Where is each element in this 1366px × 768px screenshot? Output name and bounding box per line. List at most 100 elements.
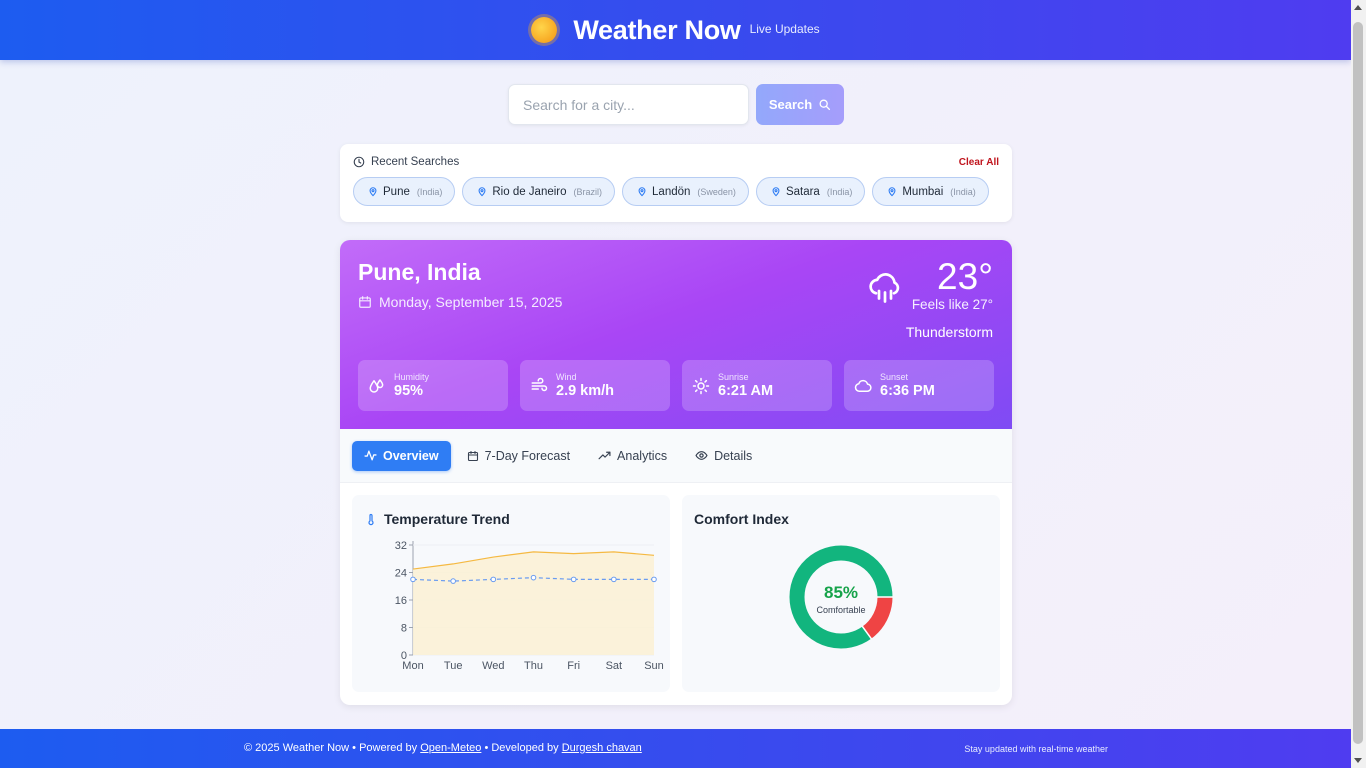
calendar-icon [467, 450, 478, 461]
clock-icon [353, 156, 365, 168]
footer-developed-by: • Developed by [481, 742, 562, 754]
recent-chip-country: (Brazil) [573, 186, 603, 197]
page-scrollbar[interactable] [1351, 0, 1366, 768]
y-tick-label: 16 [395, 595, 407, 607]
wind-icon [531, 377, 548, 391]
recent-chip-city: Rio de Janeiro [492, 185, 567, 198]
min-temp-point [651, 576, 657, 583]
max-temp-area [413, 551, 654, 655]
temperature-trend-panel: Temperature Trend 0 8 16 24 32 Mon Tue Wed Thu Fr… [352, 495, 670, 692]
recent-chip[interactable]: Pune (India) [353, 177, 456, 206]
stat-label: Humidity [394, 372, 430, 382]
scroll-down-arrow[interactable] [1354, 758, 1362, 763]
live-updates-tag: Live Updates [749, 22, 820, 36]
footer-copyright: © 2025 Weather Now • Powered by [244, 742, 421, 754]
recent-chip[interactable]: Mumbai (India) [872, 177, 989, 206]
min-temp-point [410, 576, 416, 583]
min-temp-point [530, 574, 537, 581]
search-bar: Search [508, 84, 844, 125]
sun-logo-icon [531, 17, 558, 43]
y-tick-label: 8 [401, 623, 407, 635]
min-temp-point [611, 576, 617, 583]
tab-details[interactable]: Details [683, 441, 764, 471]
tab-7-day-forecast[interactable]: 7-Day Forecast [455, 441, 582, 471]
page-footer: © 2025 Weather Now • Powered by Open-Met… [0, 729, 1351, 768]
comfort-percent: 85% [823, 583, 859, 602]
recent-chip-city: Landön [652, 185, 691, 198]
temperature-trend-chart: 08162432Mon Tue Wed Thu Fri Sat Sun [395, 540, 664, 672]
current-date: Monday, September 15, 2025 [358, 294, 562, 310]
stat-sunrise: Sunrise 6:21 AM [682, 360, 832, 411]
x-tick-label: Sun [644, 660, 664, 672]
recent-chip-country: (Sweden) [697, 186, 736, 197]
current-temperature: 23° [937, 256, 993, 297]
stat-label: Sunset [880, 372, 909, 382]
city-name: Pune, India [358, 259, 481, 285]
cloud-rain-icon [869, 273, 900, 303]
developer-link[interactable]: Durgesh chavan [562, 742, 642, 754]
recent-chip[interactable]: Rio de Janeiro (Brazil) [462, 177, 616, 206]
open-meteo-link[interactable]: Open-Meteo [420, 742, 481, 754]
tab-label: Analytics [617, 448, 668, 463]
stat-wind: Wind 2.9 km/h [520, 360, 670, 411]
min-temp-point [450, 578, 456, 584]
search-button[interactable]: Search [756, 84, 844, 125]
y-tick-label: 32 [395, 540, 407, 552]
recent-searches: Recent Searches Clear All Pune (India) R… [340, 144, 1012, 222]
recent-chip-country: (India) [416, 186, 443, 197]
map-pin-icon [478, 187, 486, 197]
current-date-text: Monday, September 15, 2025 [379, 294, 563, 310]
map-pin-icon [638, 187, 646, 197]
stat-value: 2.9 km/h [556, 383, 615, 399]
y-tick-label: 24 [395, 568, 407, 580]
weather-stats: Humidity 95% Wind 2.9 km/h Sunrise 6:21 … [358, 360, 994, 411]
scroll-up-arrow[interactable] [1354, 5, 1362, 10]
comfort-index-panel: Comfort Index 85% Comfortable [682, 495, 1000, 692]
clear-all-button[interactable]: Clear All [959, 157, 999, 168]
stat-value: 6:21 AM [718, 383, 774, 399]
x-tick-label: Thu [524, 660, 543, 672]
recent-chip-city: Pune [383, 185, 410, 198]
city-search-input[interactable] [508, 84, 749, 125]
stat-value: 95% [394, 383, 424, 399]
activity-icon [364, 450, 377, 461]
recent-chip-city: Satara [785, 185, 820, 198]
comfort-label: Comfortable [816, 605, 866, 615]
search-icon [819, 99, 831, 111]
weather-card: Pune, India Monday, September 15, 2025 2… [340, 240, 1012, 705]
tab-analytics[interactable]: Analytics [586, 441, 679, 471]
app-header: Weather Now Live Updates [0, 0, 1351, 60]
min-temp-point [570, 576, 577, 583]
stat-value: 6:36 PM [880, 383, 935, 399]
stat-sunset: Sunset 6:36 PM [844, 360, 994, 411]
x-tick-label: Mon [402, 660, 423, 672]
map-pin-icon [772, 187, 780, 197]
x-tick-label: Tue [444, 660, 463, 672]
feels-like: Feels like 27° [911, 297, 993, 312]
x-tick-label: Sat [606, 660, 623, 672]
recent-chip-country: (India) [826, 186, 853, 197]
tab-label: 7-Day Forecast [484, 448, 571, 463]
cloud-icon [854, 379, 872, 392]
recent-searches-header: Recent Searches [353, 156, 459, 168]
recent-chip[interactable]: Satara (India) [755, 177, 866, 206]
eye-icon [695, 451, 708, 460]
recent-chip[interactable]: Landön (Sweden) [622, 177, 749, 206]
sun-icon [692, 377, 710, 394]
scroll-thumb[interactable] [1353, 22, 1363, 744]
recent-chip-city: Mumbai [902, 185, 944, 198]
x-tick-label: Fri [567, 660, 580, 672]
footer-tagline: Stay updated with real-time weather [964, 744, 1108, 754]
min-temp-point [490, 576, 497, 583]
weather-condition: Thunderstorm [905, 324, 993, 340]
tab-label: Overview [383, 448, 439, 463]
app-title: Weather Now [573, 14, 741, 45]
footer-credits: © 2025 Weather Now • Powered by Open-Met… [244, 742, 642, 754]
tab-label: Details [714, 448, 753, 463]
map-pin-icon [369, 187, 377, 197]
comfort-index-title: Comfort Index [694, 511, 789, 527]
stat-humidity: Humidity 95% [358, 360, 508, 411]
tab-overview[interactable]: Overview [352, 440, 451, 471]
calendar-icon [359, 296, 371, 308]
recent-chip-country: (India) [950, 186, 976, 197]
